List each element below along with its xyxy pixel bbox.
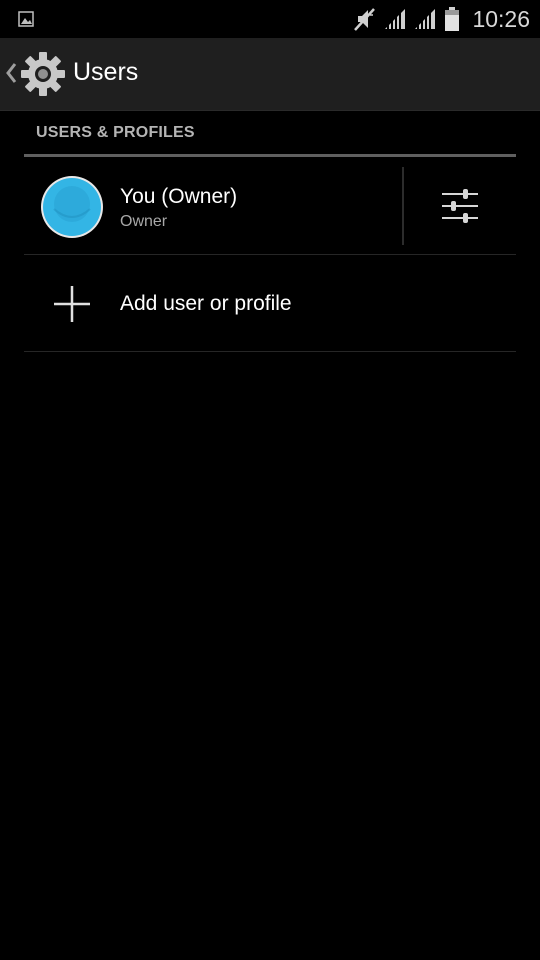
add-user-button[interactable]: Add user or profile — [24, 255, 516, 351]
battery-icon — [445, 7, 460, 31]
signal-icon — [415, 9, 436, 29]
avatar — [41, 176, 103, 238]
settings-gear-icon[interactable] — [20, 51, 66, 97]
signal-icon — [385, 9, 406, 29]
chevron-left-icon[interactable] — [4, 62, 18, 84]
user-row-owner[interactable]: You (Owner) Owner — [24, 157, 516, 254]
list-divider — [24, 351, 516, 352]
status-icons: 10:26 — [352, 0, 530, 38]
sliders-icon — [442, 188, 478, 223]
page-title: Users — [73, 58, 139, 86]
image-notification-icon — [18, 11, 34, 27]
action-bar: Users — [0, 38, 540, 111]
vibrate-mute-icon — [354, 8, 376, 31]
user-settings-button[interactable] — [404, 157, 516, 254]
status-bar: 10:26 — [0, 0, 540, 38]
section-header: USERS & PROFILES — [36, 124, 195, 141]
clock: 10:26 — [472, 5, 530, 32]
add-user-label: Add user or profile — [120, 292, 292, 315]
plus-icon — [54, 286, 90, 322]
user-name: You (Owner) — [120, 185, 238, 208]
user-subtitle: Owner — [120, 213, 168, 230]
